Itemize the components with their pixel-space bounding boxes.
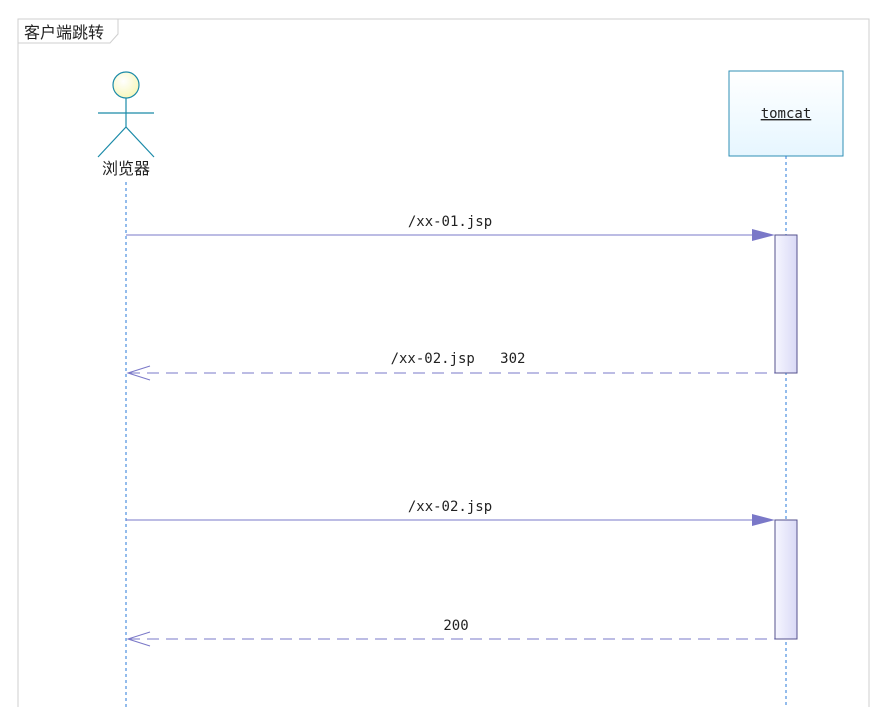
- arrowhead-filled-icon: [752, 514, 775, 526]
- message-label: /xx-02.jsp 302: [391, 351, 526, 367]
- actor-icon: [97, 71, 155, 158]
- sequence-diagram: 客户端跳转 浏览器 tomcat /xx-01.jsp /xx-02.jsp 3…: [17, 18, 870, 707]
- message-return: 200: [126, 618, 775, 647]
- activation-bar: [774, 519, 798, 640]
- actor-label-browser: 浏览器: [102, 159, 150, 178]
- arrowhead-filled-icon: [752, 229, 775, 241]
- message-label: 200: [443, 618, 468, 634]
- message-request: /xx-01.jsp: [126, 214, 775, 241]
- frame-title: 客户端跳转: [24, 23, 104, 42]
- message-label: /xx-02.jsp: [408, 499, 492, 515]
- participant-label-tomcat: tomcat: [761, 106, 812, 122]
- message-return: /xx-02.jsp 302: [126, 351, 775, 381]
- participant-browser: 浏览器: [97, 71, 155, 707]
- message-request: /xx-02.jsp: [126, 499, 775, 526]
- message-label: /xx-01.jsp: [408, 214, 492, 230]
- activation-bar: [774, 234, 798, 374]
